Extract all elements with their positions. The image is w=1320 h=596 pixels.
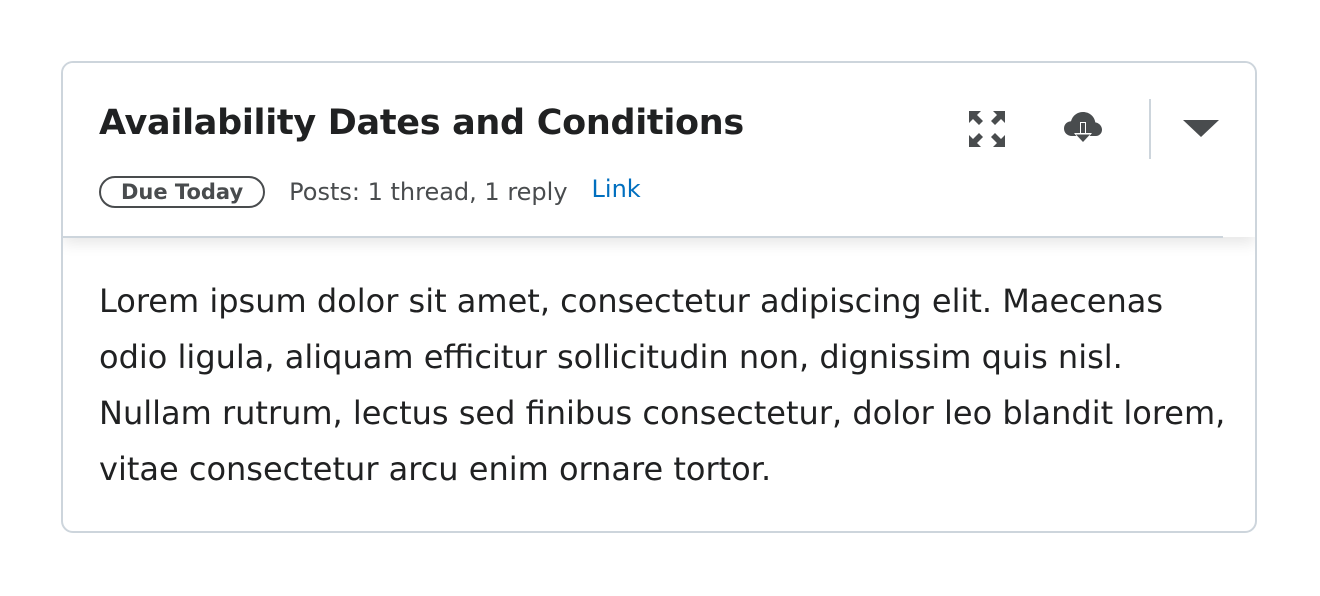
card-body-text: Lorem ipsum dolor sit amet, consectetur … <box>99 282 1226 488</box>
options-dropdown-button[interactable] <box>1171 99 1231 159</box>
card-meta: Due Today Posts: 1 thread, 1 reply Link <box>99 174 641 210</box>
cloud-download-icon <box>1064 112 1102 144</box>
expand-button[interactable] <box>957 99 1017 159</box>
caret-down-icon <box>1183 120 1219 137</box>
link[interactable]: Link <box>592 175 641 203</box>
discussion-card: Availability Dates and Conditions Due To… <box>61 61 1257 533</box>
card-title: Availability Dates and Conditions <box>99 103 744 143</box>
expand-icon <box>969 111 1005 147</box>
header-rule <box>63 236 1223 238</box>
card-header: Availability Dates and Conditions Due To… <box>63 63 1255 238</box>
due-today-badge: Due Today <box>99 176 266 208</box>
posts-count: Posts: 1 thread, 1 reply <box>289 178 568 206</box>
header-divider <box>1149 99 1151 159</box>
download-button[interactable] <box>1053 99 1113 159</box>
